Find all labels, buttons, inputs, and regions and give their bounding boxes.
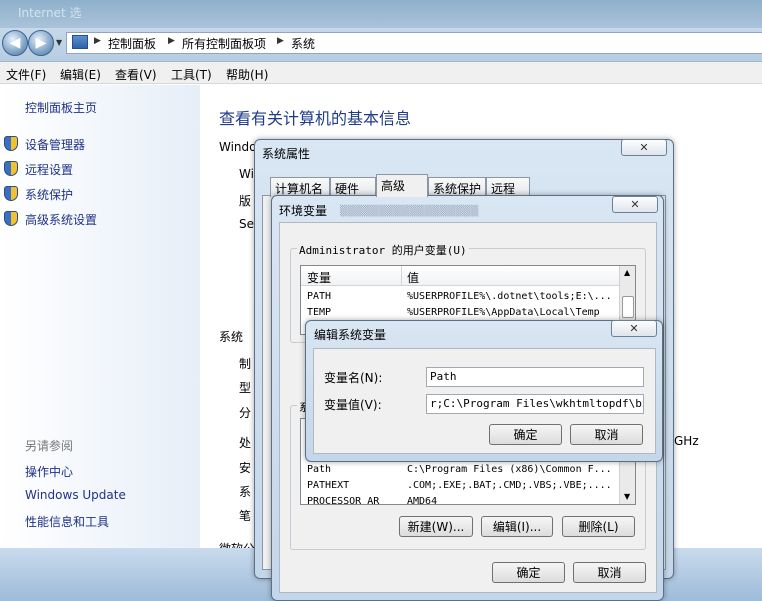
breadcrumb-all-items[interactable]: 所有控制面板项	[182, 35, 266, 52]
control-panel-home-link[interactable]: 控制面板主页	[25, 99, 97, 116]
blurred-title-text: ▒▒▒▒▒▒▒▒▒▒▒▒▒▒▒▒▒▒	[340, 206, 479, 217]
user-var-name[interactable]: TEMP	[307, 307, 399, 318]
system-fragment: 分	[239, 406, 252, 420]
forward-button[interactable]: ▶	[28, 30, 54, 56]
shield-icon	[4, 186, 18, 201]
variable-value-input[interactable]: r;C:\Program Files\wkhtmltopdf\bin;	[426, 394, 644, 414]
scroll-thumb[interactable]	[622, 296, 634, 318]
env-cancel-button[interactable]: 取消	[573, 562, 646, 583]
system-fragment: 系	[239, 485, 252, 499]
sys-var-value[interactable]: .COM;.EXE;.BAT;.CMD;.VBS;.VBE;....	[407, 480, 617, 491]
sys-var-value[interactable]: AMD64	[407, 496, 617, 504]
column-header-value[interactable]: 值	[407, 269, 419, 286]
system-fragment: 型	[239, 381, 252, 395]
scroll-down-icon[interactable]: ▼	[624, 492, 630, 501]
edition-fragment: 版	[239, 194, 252, 208]
window-title: Internet 选	[18, 6, 82, 20]
system-fragment: 制	[239, 357, 252, 371]
column-header-variable[interactable]: 变量	[307, 269, 331, 286]
window-titlebar	[0, 0, 762, 28]
shield-icon	[4, 161, 18, 176]
see-also-heading: 另请参阅	[25, 439, 74, 453]
edition-fragment: Wi	[239, 167, 254, 181]
user-var-value[interactable]: %USERPROFILE%\AppData\Local\Temp	[407, 307, 617, 318]
system-section-label: 系统	[219, 330, 244, 344]
windows-update-link[interactable]: Windows Update	[25, 488, 126, 502]
environment-variables-title: 环境变量	[279, 204, 328, 218]
system-properties-close-button[interactable]: ✕	[621, 139, 667, 156]
sys-var-name[interactable]: PATHEXT	[307, 480, 399, 491]
breadcrumb-system[interactable]: 系统	[291, 35, 315, 52]
edition-fragment: Se	[239, 217, 254, 231]
close-icon: ✕	[629, 322, 639, 335]
menu-edit[interactable]: 编辑(E)	[60, 66, 101, 83]
system-protection-link[interactable]: 系统保护	[25, 186, 73, 203]
chevron-right-icon[interactable]: ▶	[168, 36, 175, 46]
system-fragment: 笔	[239, 509, 252, 523]
edit-cancel-button[interactable]: 取消	[570, 424, 643, 445]
forward-arrow-icon: ▶	[35, 35, 47, 51]
system-fragment: 处	[239, 436, 252, 450]
edit-variable-close-button[interactable]: ✕	[611, 320, 657, 337]
tab-system-protection[interactable]: 系统保护	[428, 177, 486, 197]
breadcrumb-control-panel[interactable]: 控制面板	[108, 35, 156, 52]
close-icon: ✕	[630, 198, 640, 211]
variable-name-input[interactable]: Path	[426, 367, 644, 387]
menu-view[interactable]: 查看(V)	[115, 66, 157, 83]
performance-tools-link[interactable]: 性能信息和工具	[25, 513, 109, 530]
column-divider	[401, 266, 402, 286]
menu-help[interactable]: 帮助(H)	[226, 66, 268, 83]
close-icon: ✕	[639, 141, 649, 154]
shield-icon	[4, 211, 18, 226]
env-ok-button[interactable]: 确定	[492, 562, 565, 583]
user-variables-label: Administrator 的用户变量(U)	[297, 242, 469, 258]
history-dropdown-icon[interactable]: ▼	[56, 38, 62, 47]
environment-variables-close-button[interactable]: ✕	[612, 196, 658, 213]
scroll-up-icon[interactable]: ▲	[624, 268, 630, 277]
variable-name-label: 变量名(N):	[324, 371, 383, 385]
chevron-right-icon[interactable]: ▶	[94, 36, 101, 46]
menu-file[interactable]: 文件(F)	[6, 66, 46, 83]
new-variable-button[interactable]: 新建(W)...	[399, 516, 473, 537]
tab-computer-name[interactable]: 计算机名	[270, 177, 330, 197]
edit-variable-button[interactable]: 编辑(I)...	[481, 516, 553, 537]
remote-settings-link[interactable]: 远程设置	[25, 161, 73, 178]
tab-hardware[interactable]: 硬件	[330, 177, 376, 197]
menu-tools[interactable]: 工具(T)	[171, 66, 212, 83]
tab-advanced[interactable]: 高级	[376, 174, 428, 197]
back-arrow-icon: ◀	[9, 35, 21, 51]
system-properties-title: 系统属性	[262, 147, 311, 161]
action-center-link[interactable]: 操作中心	[25, 463, 73, 480]
shield-icon	[4, 136, 18, 151]
sys-var-name[interactable]: PROCESSOR_AR	[307, 496, 399, 504]
sys-var-name[interactable]: Path	[307, 464, 399, 475]
sys-var-value[interactable]: C:\Program Files (x86)\Common F...	[407, 464, 617, 475]
advanced-settings-link[interactable]: 高级系统设置	[25, 211, 97, 228]
user-var-name[interactable]: PATH	[307, 291, 399, 302]
edition-fragment: Windo	[219, 140, 257, 154]
list-header: 变量 值	[301, 266, 619, 286]
page-title: 查看有关计算机的基本信息	[219, 109, 412, 128]
delete-variable-button[interactable]: 删除(L)	[562, 516, 635, 537]
tab-remote[interactable]: 远程	[486, 177, 530, 197]
edit-system-variable-title: 编辑系统变量	[314, 328, 387, 342]
variable-value-label: 变量值(V):	[324, 398, 382, 412]
chevron-right-icon[interactable]: ▶	[277, 36, 284, 46]
edit-ok-button[interactable]: 确定	[489, 424, 562, 445]
cpu-speed-fragment: GHz	[674, 434, 699, 448]
user-var-value[interactable]: %USERPROFILE%\.dotnet\tools;E:\...	[407, 291, 617, 302]
control-panel-icon	[72, 35, 88, 49]
back-button[interactable]: ◀	[2, 30, 28, 56]
device-manager-link[interactable]: 设备管理器	[25, 136, 85, 153]
system-fragment: 安	[239, 461, 252, 475]
